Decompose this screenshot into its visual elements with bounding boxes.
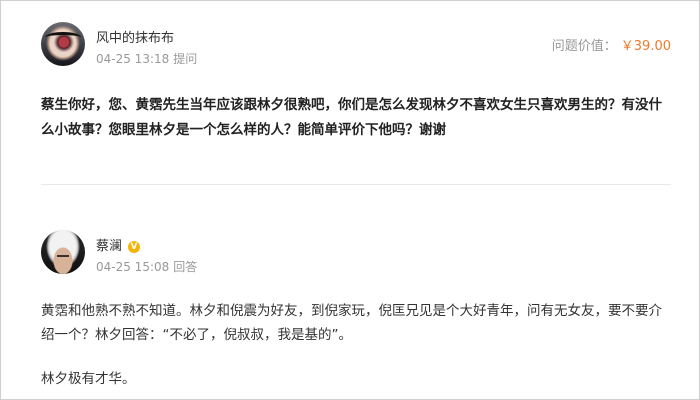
- question-date: 04-25 13:18: [96, 52, 170, 66]
- qa-card: 风中的抹布布 04-25 13:18 提问 问题价值： ￥39.00 蔡生你好，您、…: [0, 0, 700, 400]
- answer-meta: 04-25 15:08 回答: [96, 258, 197, 275]
- question-text: 蔡生你好，您、黄霑先生当年应该跟林夕很熟吧，你们是怎么发现林夕不喜欢女生只喜欢男…: [41, 97, 662, 138]
- question-meta: 04-25 13:18 提问: [96, 50, 197, 67]
- asker-name[interactable]: 风中的抹布布: [96, 27, 174, 46]
- question-value-label: 问题价值：: [551, 39, 617, 54]
- question-action: 提问: [173, 52, 198, 66]
- question-value-amount: ￥39.00: [620, 39, 671, 54]
- answer-header: 蔡澜 V 04-25 15:08 回答: [41, 230, 671, 280]
- answerer-name[interactable]: 蔡澜: [96, 239, 122, 254]
- answer-body: 黄霑和他熟不熟不知道。林夕和倪震为好友，到倪家玩，倪匡兄见是个大好青年，问有无女…: [41, 299, 671, 391]
- answer-action: 回答: [173, 260, 198, 274]
- question-header: 风中的抹布布 04-25 13:18 提问 问题价值： ￥39.00: [41, 22, 671, 72]
- answer-paragraph: 黄霑和他熟不熟不知道。林夕和倪震为好友，到倪家玩，倪匡兄见是个大好青年，问有无女…: [41, 303, 662, 343]
- answer-paragraph: 林夕极有才华。: [41, 371, 136, 387]
- question-value: 问题价值： ￥39.00: [552, 35, 671, 54]
- answerer-name-row: 蔡澜 V: [96, 235, 141, 254]
- divider: [41, 184, 671, 185]
- asker-avatar[interactable]: [41, 22, 85, 66]
- verified-badge-icon: V: [128, 241, 141, 253]
- answerer-avatar[interactable]: [41, 230, 85, 274]
- answer-date: 04-25 15:08: [96, 260, 170, 274]
